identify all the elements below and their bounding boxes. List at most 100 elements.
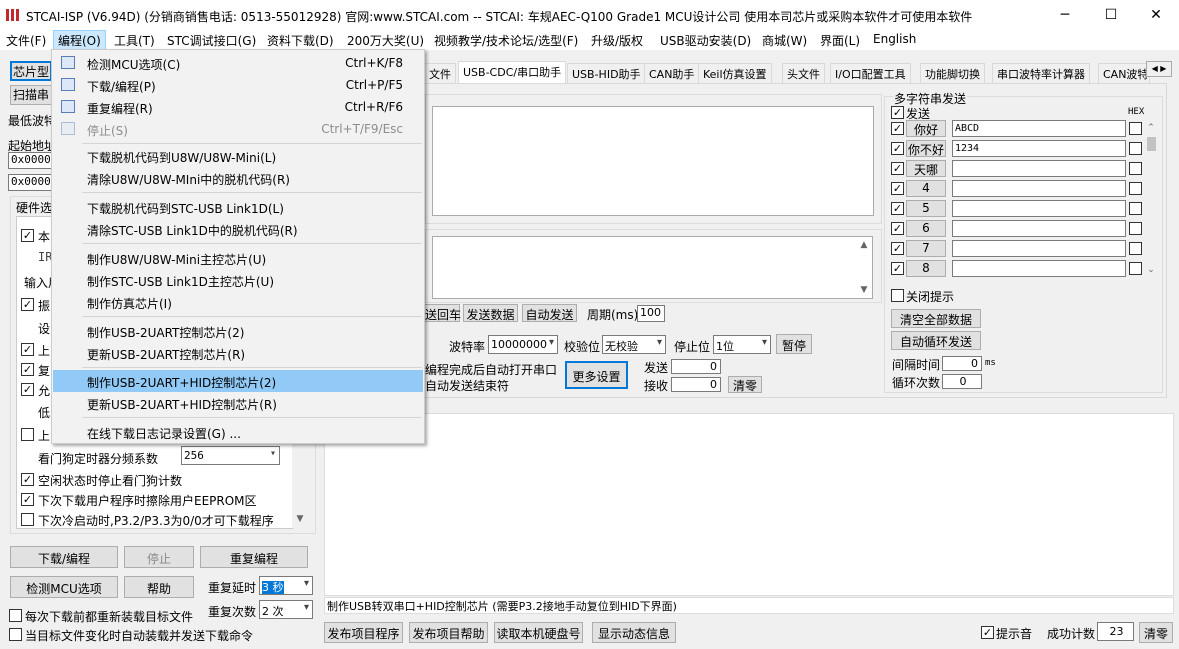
option-checkbox-3[interactable]: ✓ [21,343,34,356]
loop-count-field[interactable]: 0 [942,374,982,389]
menu-shop[interactable]: 商城(W) [762,32,807,49]
row-string-field[interactable]: ABCD [952,120,1126,137]
p32-p33-checkbox[interactable] [21,513,34,526]
menu-make-u8w-master[interactable]: 制作U8W/U8W-Mini主控芯片(U) [53,247,423,269]
row-send-button[interactable]: 7 [906,240,946,257]
menu-make-usb-2uart[interactable]: 制作USB-2UART控制芯片(2) [53,320,423,342]
clear-success-button[interactable]: 清零 [1139,622,1173,643]
log-output-area[interactable] [324,413,1174,596]
parity-select[interactable]: 无校验 ▾ [602,335,666,354]
check-mcu-button[interactable]: 检测MCU选项 [10,576,118,598]
menu-debug[interactable]: STC调试接口(G) [167,32,256,49]
menu-program[interactable]: 编程(O) [53,30,106,50]
tab-usb-hid[interactable]: USB-HID助手 [567,63,646,83]
row-string-field[interactable] [952,200,1126,217]
row-send-checkbox[interactable]: ✓ [891,122,904,135]
menu-english[interactable]: English [873,32,916,46]
close-tip-checkbox[interactable] [891,289,904,302]
row-send-checkbox[interactable]: ✓ [891,162,904,175]
reload-before-download-checkbox[interactable] [9,609,22,622]
row-send-checkbox[interactable]: ✓ [891,202,904,215]
row-hex-checkbox[interactable] [1129,222,1142,235]
option-checkbox-6[interactable] [21,428,34,441]
multi-scrollbar[interactable]: ⌃ ⌄ [1145,120,1159,280]
close-button[interactable]: ✕ [1133,0,1179,30]
row-send-button[interactable]: 你不好 [906,140,946,157]
menu-check-mcu[interactable]: 检测MCU选项(C) Ctrl+K/F8 [53,52,423,74]
row-send-checkbox[interactable]: ✓ [891,182,904,195]
pause-button[interactable]: 暂停 [776,334,812,354]
row-hex-checkbox[interactable] [1129,142,1142,155]
row-string-field[interactable] [952,220,1126,237]
row-send-checkbox[interactable]: ✓ [891,142,904,155]
tab-usb-cdc-serial[interactable]: USB-CDC/串口助手 [458,61,567,84]
receive-textarea[interactable] [432,106,874,216]
row-hex-checkbox[interactable] [1129,122,1142,135]
scroll-down-icon[interactable]: ▼ [856,282,872,298]
scroll-up-icon[interactable]: ▲ [856,237,872,253]
scroll-down-icon[interactable]: ⌄ [1144,262,1158,278]
tab-scroll-arrows-icon[interactable]: ◀ ▶ [1146,61,1172,77]
repeat-count-select[interactable]: 2 次 ▾ [259,600,313,619]
menu-download-program[interactable]: 下载/编程(P) Ctrl+P/F5 [53,74,423,96]
row-hex-checkbox[interactable] [1129,202,1142,215]
send-data-button[interactable]: 发送数据 [463,304,518,322]
row-send-checkbox[interactable]: ✓ [891,242,904,255]
repeat-delay-select[interactable]: 3 秒 ▾ [259,576,313,595]
publish-help-button[interactable]: 发布项目帮助 [409,622,488,643]
tab-header-file[interactable]: 头文件 [782,63,825,83]
scroll-down-icon[interactable]: ▼ [292,511,308,527]
row-string-field[interactable] [952,160,1126,177]
menu-video[interactable]: 视频教学/技术论坛/选型(F) [434,32,578,49]
menu-upgrade[interactable]: 升级/版权 [591,32,643,49]
stop-button[interactable]: 停止 [124,546,194,568]
start-address-field[interactable]: 0x0000 [8,152,52,169]
menu-downloads[interactable]: 资料下载(D) [267,32,334,49]
period-field[interactable]: 100 [637,305,665,322]
tab-can-baud[interactable]: CAN波特 [1098,63,1150,83]
row-send-button[interactable]: 5 [906,200,946,217]
row-send-checkbox[interactable]: ✓ [891,222,904,235]
scroll-up-icon[interactable]: ⌃ [1144,120,1158,136]
row-hex-checkbox[interactable] [1129,162,1142,175]
tab-keil[interactable]: Keil仿真设置 [698,63,772,83]
menu-view[interactable]: 界面(L) [820,32,860,49]
row-send-button[interactable]: 8 [906,260,946,277]
send-all-checkbox[interactable]: ✓ [891,106,904,119]
menu-stop[interactable]: 停止(S) Ctrl+T/F9/Esc [53,118,423,140]
tab-pin-switch[interactable]: 功能脚切换 [920,63,985,83]
download-program-button[interactable]: 下载/编程 [10,546,118,568]
erase-eeprom-checkbox[interactable]: ✓ [21,493,34,506]
scan-port-button[interactable]: 扫描串 [10,85,52,105]
interval-field[interactable]: 0 [942,356,982,371]
clear-all-data-button[interactable]: 清空全部数据 [891,309,981,328]
row-send-button[interactable]: 6 [906,220,946,237]
menu-make-emulator-chip[interactable]: 制作仿真芯片(I) [53,291,423,313]
clear-counts-button[interactable]: 清零 [728,376,762,393]
row-hex-checkbox[interactable] [1129,242,1142,255]
end-address-field[interactable]: 0x0000 [8,174,52,191]
row-send-checkbox[interactable]: ✓ [891,262,904,275]
menu-repeat-program[interactable]: 重复编程(R) Ctrl+R/F6 [53,96,423,118]
menu-usb-driver[interactable]: USB驱动安装(D) [660,32,751,49]
menu-download-offline-u8w[interactable]: 下载脱机代码到U8W/U8W-Mini(L) [53,145,423,167]
menu-file[interactable]: 文件(F) [6,32,46,49]
tab-can[interactable]: CAN助手 [644,63,700,83]
publish-program-button[interactable]: 发布项目程序 [324,622,403,643]
option-checkbox-4[interactable]: ✓ [21,363,34,376]
row-send-button[interactable]: 你好 [906,120,946,137]
row-hex-checkbox[interactable] [1129,262,1142,275]
menu-update-usb-2uart-hid[interactable]: 更新USB-2UART+HID控制芯片(R) [53,392,423,414]
tab-io-config[interactable]: I/O口配置工具 [830,63,911,83]
auto-send-button[interactable]: 自动发送 [522,304,577,322]
minimize-button[interactable]: ─ [1042,0,1088,30]
row-string-field[interactable]: 1234 [952,140,1126,157]
menu-download-log-settings[interactable]: 在线下载日志记录设置(G) ... [53,421,423,443]
row-string-field[interactable] [952,240,1126,257]
repeat-program-button[interactable]: 重复编程 [200,546,308,568]
hardware-options-tab[interactable]: 硬件选 [16,199,53,216]
row-string-field[interactable] [952,180,1126,197]
more-settings-button[interactable]: 更多设置 [565,361,628,389]
menu-update-usb-2uart[interactable]: 更新USB-2UART控制芯片(R) [53,342,423,364]
menu-prize[interactable]: 200万大奖(U) [347,32,424,49]
